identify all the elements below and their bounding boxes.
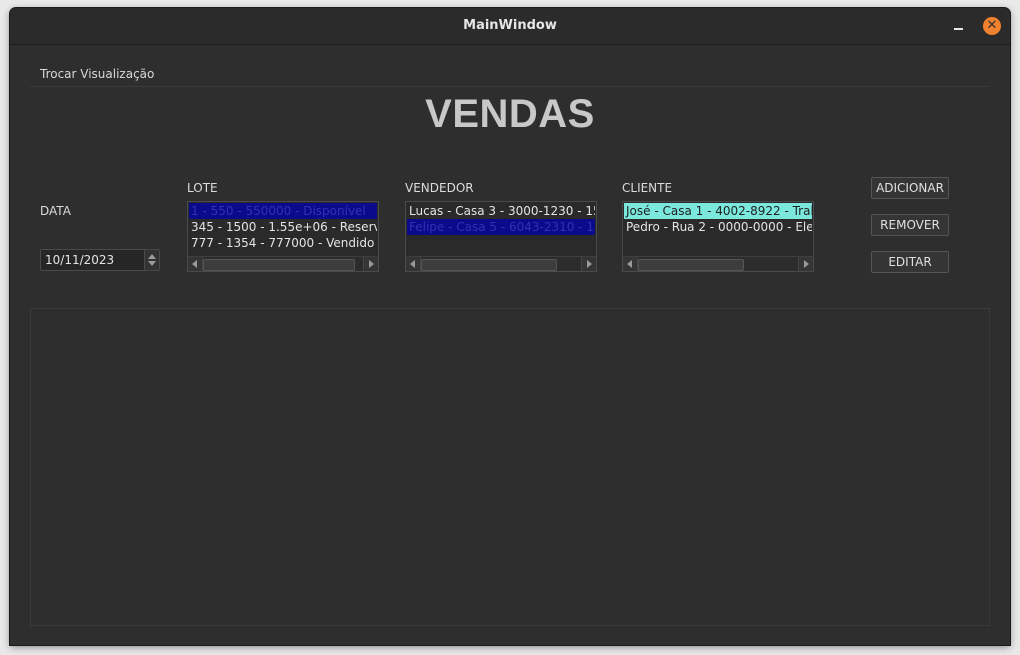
date-input[interactable]: 10/11/2023 bbox=[40, 249, 160, 271]
spin-up-icon[interactable] bbox=[148, 254, 156, 259]
main-window: MainWindow ✕ Trocar Visualização VENDAS … bbox=[10, 8, 1010, 645]
vendedor-label: VENDEDOR bbox=[405, 181, 474, 195]
cliente-list[interactable]: José - Casa 1 - 4002-8922 - Trabalhador … bbox=[622, 201, 814, 272]
lote-item[interactable]: 777 - 1354 - 777000 - Vendido bbox=[189, 235, 377, 251]
lote-list[interactable]: 1 - 550 - 550000 - Disponível 345 - 1500… bbox=[187, 201, 379, 272]
menu-trocar-visualizacao[interactable]: Trocar Visualização bbox=[40, 67, 154, 81]
cliente-item[interactable]: Pedro - Rua 2 - 0000-0000 - Eletricista bbox=[624, 219, 812, 235]
scroll-left-icon[interactable] bbox=[188, 257, 203, 271]
editar-button[interactable]: EDITAR bbox=[871, 251, 949, 273]
minimize-button[interactable] bbox=[950, 17, 968, 35]
menu-bar: Trocar Visualização bbox=[30, 64, 990, 87]
scroll-right-icon[interactable] bbox=[363, 257, 378, 271]
lote-item[interactable]: 1 - 550 - 550000 - Disponível bbox=[189, 203, 377, 219]
date-value: 10/11/2023 bbox=[45, 253, 115, 267]
lote-item[interactable]: 345 - 1500 - 1.55e+06 - Reservado bbox=[189, 219, 377, 235]
data-label: DATA bbox=[40, 204, 71, 218]
title-bar[interactable]: MainWindow ✕ bbox=[10, 8, 1010, 45]
vendedor-item[interactable]: Felipe - Casa 5 - 6043-2310 - 1750 bbox=[407, 219, 595, 235]
scroll-left-icon[interactable] bbox=[623, 257, 638, 271]
adicionar-button[interactable]: ADICIONAR bbox=[871, 177, 949, 199]
scroll-thumb[interactable] bbox=[421, 259, 557, 271]
scroll-thumb[interactable] bbox=[203, 259, 355, 271]
scroll-right-icon[interactable] bbox=[798, 257, 813, 271]
lote-horizontal-scrollbar[interactable] bbox=[188, 256, 378, 271]
vendedor-horizontal-scrollbar[interactable] bbox=[406, 256, 596, 271]
cliente-label: CLIENTE bbox=[622, 181, 673, 195]
vendedor-list[interactable]: Lucas - Casa 3 - 3000-1230 - 1500 Felipe… bbox=[405, 201, 597, 272]
close-button[interactable]: ✕ bbox=[983, 17, 1001, 35]
date-spinner[interactable] bbox=[144, 250, 159, 270]
lote-label: LOTE bbox=[187, 181, 218, 195]
cliente-horizontal-scrollbar[interactable] bbox=[623, 256, 813, 271]
close-icon: ✕ bbox=[986, 18, 998, 33]
scroll-left-icon[interactable] bbox=[406, 257, 421, 271]
cliente-item[interactable]: José - Casa 1 - 4002-8922 - Trabalhador bbox=[624, 203, 812, 219]
remover-button[interactable]: REMOVER bbox=[871, 214, 949, 236]
scroll-right-icon[interactable] bbox=[581, 257, 596, 271]
window-title: MainWindow bbox=[463, 18, 557, 33]
scroll-thumb[interactable] bbox=[638, 259, 744, 271]
vendedor-item[interactable]: Lucas - Casa 3 - 3000-1230 - 1500 bbox=[407, 203, 595, 219]
spin-down-icon[interactable] bbox=[148, 261, 156, 266]
content-panel bbox=[30, 308, 990, 626]
page-title: VENDAS bbox=[425, 92, 595, 136]
